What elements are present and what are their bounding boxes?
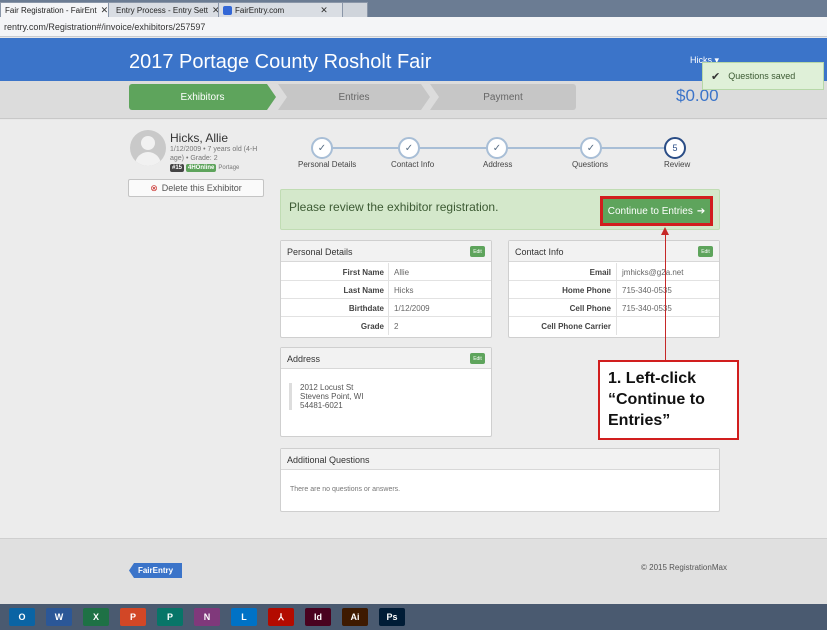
detail-row: Cell Phone Carrier (509, 317, 719, 335)
step-number: 5 (672, 143, 678, 153)
continue-button-label: Continue to Entries (607, 205, 693, 217)
progress-step-personal-details[interactable]: ✓ (311, 137, 333, 159)
tab-label: Fair Registration - FairEnt (5, 5, 97, 15)
progress-step-questions[interactable]: ✓ (580, 137, 602, 159)
detail-row: Grade 2 (281, 317, 491, 335)
browser-tab-fair-registration[interactable]: Fair Registration - FairEnt ✕ (0, 2, 112, 17)
indesign-icon[interactable]: Id (305, 608, 331, 626)
contact-info-panel: Contact Info Edit Email jmhicks@g2a.net H… (508, 240, 720, 338)
arrow-right-circle-icon: ➔ (696, 205, 706, 217)
publisher-icon[interactable]: P (157, 608, 183, 626)
detail-row: Home Phone 715-340-0535 (509, 281, 719, 299)
check-icon: ✓ (492, 142, 502, 154)
delete-exhibitor-button[interactable]: ⊗ Delete this Exhibitor (128, 179, 264, 197)
additional-questions-panel: Additional Questions (280, 448, 720, 512)
excel-icon[interactable]: X (83, 608, 109, 626)
detail-row: First Name Allie (281, 263, 491, 281)
word-icon[interactable]: W (46, 608, 72, 626)
detail-row: Email jmhicks@g2a.net (509, 263, 719, 281)
checkmark-icon: ✔ (711, 70, 721, 83)
address-bar[interactable]: rentry.com/Registration#/invoice/exhibit… (0, 17, 827, 37)
progress-label: Address (483, 160, 513, 169)
detail-row: Birthdate 1/12/2009 (281, 299, 491, 317)
exhibitor-county: Portage (218, 165, 240, 171)
check-icon: ✓ (586, 142, 596, 154)
illustrator-icon[interactable]: Ai (342, 608, 368, 626)
delete-exhibitor-label: Delete this Exhibitor (161, 183, 242, 193)
avatar (130, 130, 166, 166)
annotation-callout: 1. Left-click “Continue to Entries” (598, 360, 739, 440)
remove-circle-icon: ⊗ (150, 182, 158, 193)
toast-notification: ✔ Questions saved (702, 62, 824, 90)
exhibitor-meta: 1/12/2009 • 7 years old (4-H age) • Grad… (170, 146, 258, 162)
photoshop-icon[interactable]: Ps (379, 608, 405, 626)
progress-label: Questions (572, 160, 609, 169)
questions-empty-text: There are no questions or answers. (290, 486, 401, 493)
tab-label: FairEntry.com (235, 5, 285, 15)
edit-address-button[interactable]: Edit (470, 353, 485, 364)
windows-taskbar: O W X P P N L ⅄ Id Ai Ps (0, 604, 827, 630)
panel-title: Contact Info (509, 241, 719, 262)
annotation-text: Entries” (608, 412, 671, 429)
panel-title: Address (281, 348, 491, 369)
annotation-text: “Continue to (608, 391, 705, 408)
progress-label: Review (664, 160, 691, 169)
url-text: rentry.com/Registration#/invoice/exhibit… (4, 22, 206, 32)
exhibitor-tags: #15 4HOnline Portage (170, 164, 239, 172)
copyright-text: © 2015 RegistrationMax (641, 563, 727, 572)
browser-tab-strip: Fair Registration - FairEnt ✕ Entry Proc… (0, 0, 827, 17)
address-block: 2012 Locust St Stevens Point, WI 54481-6… (289, 383, 364, 410)
step-payment[interactable]: Payment (430, 84, 576, 110)
acrobat-icon[interactable]: ⅄ (268, 608, 294, 626)
outlook-icon[interactable]: O (9, 608, 35, 626)
annotation-line (665, 232, 666, 360)
exhibitor-name: Hicks, Allie (170, 131, 229, 145)
address-line: 2012 Locust St (300, 383, 354, 392)
panel-title: Additional Questions (281, 449, 719, 470)
check-icon: ✓ (404, 142, 414, 154)
check-icon: ✓ (317, 142, 327, 154)
browser-tab-fairentry[interactable]: FairEntry.com ✕ (218, 2, 346, 17)
address-line: 54481-6021 (300, 401, 343, 410)
step-exhibitors[interactable]: Exhibitors (129, 84, 276, 110)
progress-step-address[interactable]: ✓ (486, 137, 508, 159)
lync-icon[interactable]: L (231, 608, 257, 626)
close-tab-icon[interactable]: ✕ (101, 5, 109, 16)
browser-tab-entry-process[interactable]: Entry Process - Entry Sett ✕ (108, 2, 222, 17)
onenote-icon[interactable]: N (194, 608, 220, 626)
edit-contact-info-button[interactable]: Edit (698, 246, 713, 257)
annotation-text: 1. Left-click (608, 370, 697, 387)
detail-row: Cell Phone 715-340-0535 (509, 299, 719, 317)
progress-step-contact-info[interactable]: ✓ (398, 137, 420, 159)
step-entries[interactable]: Entries (278, 84, 430, 110)
powerpoint-icon[interactable]: P (120, 608, 146, 626)
fairentry-logo[interactable]: FairEntry (129, 563, 182, 578)
arrow-up-icon (661, 227, 669, 235)
edit-personal-details-button[interactable]: Edit (470, 246, 485, 257)
detail-row: Last Name Hicks (281, 281, 491, 299)
page-title: 2017 Portage County Rosholt Fair (129, 51, 432, 73)
progress-step-review[interactable]: 5 (664, 137, 686, 159)
close-tab-icon[interactable]: ✕ (320, 5, 328, 16)
address-line: Stevens Point, WI (300, 392, 364, 401)
progress-label: Personal Details (298, 160, 357, 169)
toast-text: Questions saved (728, 71, 796, 81)
tab-label: Entry Process - Entry Sett (116, 5, 209, 15)
fairentry-favicon-icon (223, 5, 232, 15)
continue-to-entries-button[interactable]: Continue to Entries ➔ (600, 196, 713, 226)
4honline-badge: 4HOnline (186, 164, 217, 172)
exhibitor-number-badge: #15 (170, 164, 185, 172)
review-alert-text: Please review the exhibitor registration… (289, 200, 499, 214)
personal-details-panel: Personal Details Edit First Name Allie La… (280, 240, 492, 338)
panel-title: Personal Details (281, 241, 491, 262)
new-tab-button[interactable] (342, 2, 368, 17)
progress-label: Contact Info (391, 160, 435, 169)
